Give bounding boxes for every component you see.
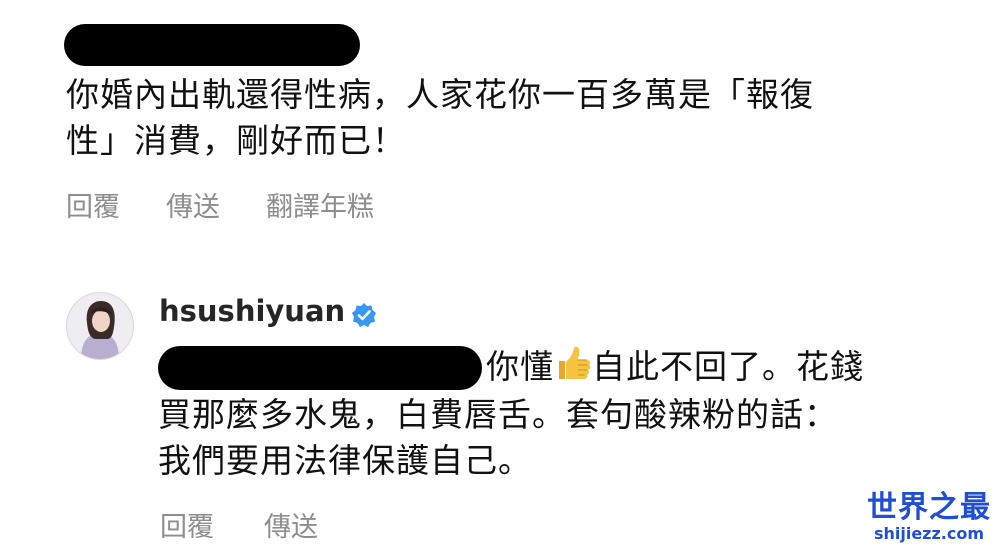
watermark-title: 世界之最 — [867, 490, 991, 525]
reply-line-1-start: 你懂 — [486, 347, 554, 386]
translate-button[interactable]: 翻譯年糕 — [266, 185, 374, 224]
verified-badge-icon — [352, 303, 376, 327]
redacted-username-1 — [64, 24, 360, 66]
reply-line-1-end: 自此不回了。花錢 — [592, 347, 864, 386]
comment-1-line-1: 你婚內出軌還得性病，人家花你一百多萬是「報復 — [66, 75, 814, 114]
reply-button[interactable]: 回覆 — [66, 185, 120, 224]
redacted-mention — [158, 346, 482, 390]
comment-1-line-2: 性」消費，剛好而已！ — [66, 121, 406, 160]
reply-line-1: 你懂 自此不回了。花錢 — [486, 344, 864, 390]
reply-line-3: 我們要用法律保護自己。 — [158, 441, 532, 480]
avatar[interactable] — [66, 292, 134, 360]
watermark-url: shijiezz.com — [873, 524, 985, 543]
send-button[interactable]: 傳送 — [166, 185, 220, 224]
comment-1-actions: 回覆 傳送 翻譯年糕 — [66, 185, 374, 224]
reply-send-button[interactable]: 傳送 — [264, 505, 318, 544]
reply-actions: 回覆 傳送 — [160, 505, 318, 544]
reply-reply-button[interactable]: 回覆 — [160, 505, 214, 544]
avatar-image — [67, 293, 133, 359]
reply-line-2: 買那麼多水鬼，白費唇舌。套句酸辣粉的話： — [158, 395, 838, 434]
thumbs-up-icon — [559, 346, 591, 379]
watermark: 世界之最 shijiezz.com — [864, 491, 994, 543]
reply-username[interactable]: hsushiyuan — [159, 294, 345, 328]
